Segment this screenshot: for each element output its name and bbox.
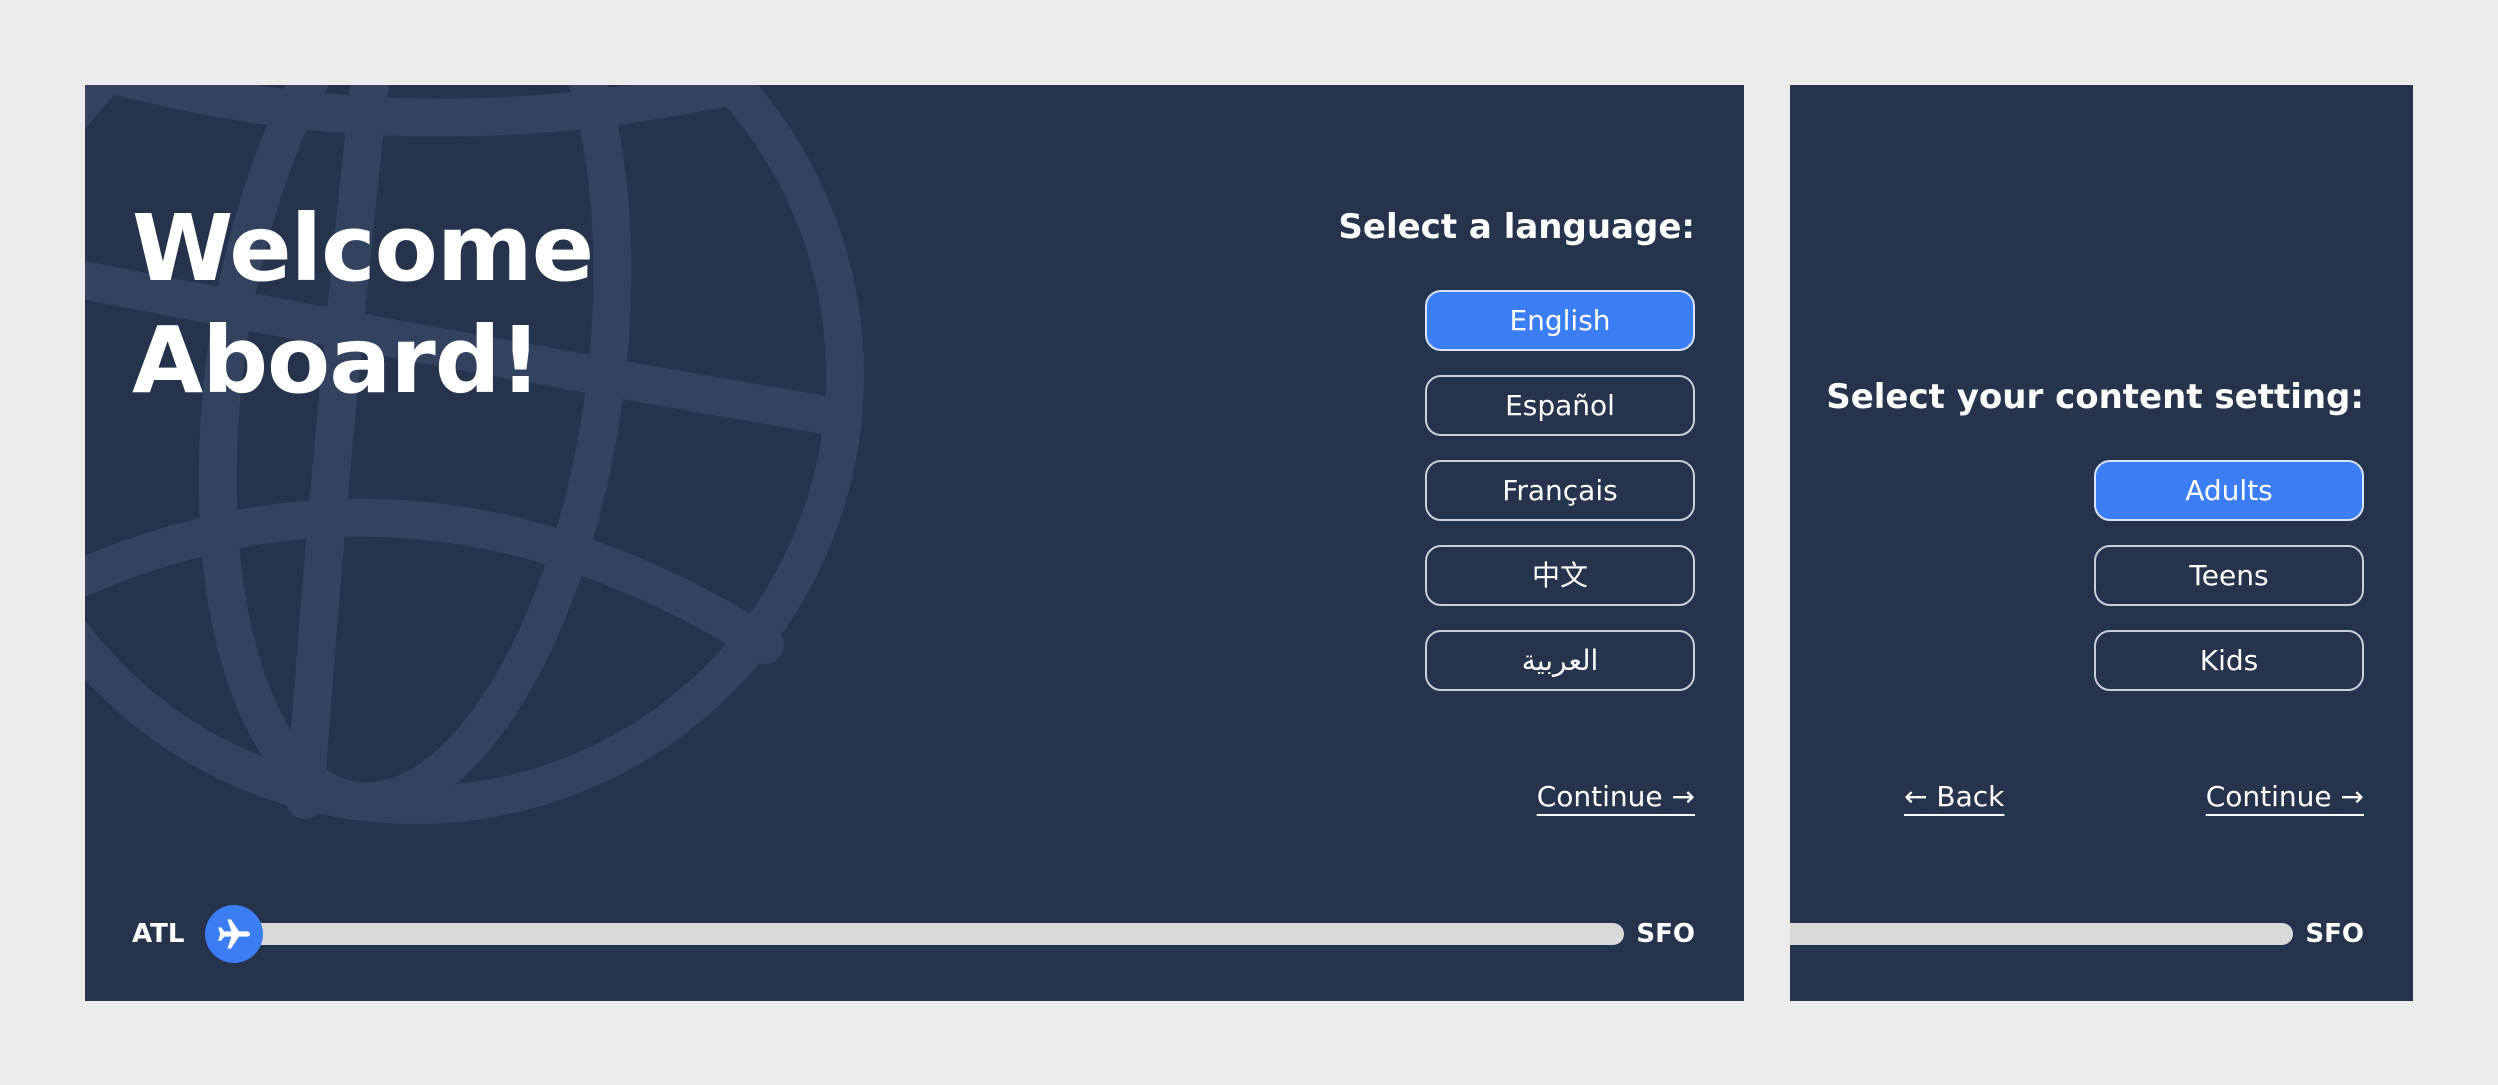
continue-link[interactable]: Continue →	[1537, 780, 1695, 813]
language-option-chinese[interactable]: 中文	[1425, 545, 1695, 606]
welcome-line-1: Welcome	[132, 195, 594, 302]
continue-link[interactable]: Continue →	[2206, 780, 2364, 813]
arrow-right-icon: →	[2340, 780, 2364, 813]
destination-airport: SFO	[2305, 919, 2364, 949]
airplane-icon	[218, 919, 250, 949]
flight-progress-marker	[205, 905, 263, 963]
flight-progress-track	[235, 923, 1624, 945]
welcome-line-2: Aboard!	[132, 307, 542, 414]
content-option-teens[interactable]: Teens	[2094, 545, 2364, 606]
language-option-english[interactable]: English	[1425, 290, 1695, 351]
language-option-french[interactable]: Français	[1425, 460, 1695, 521]
language-prompt: Select a language:	[1338, 207, 1695, 247]
content-option-adults[interactable]: Adults	[2094, 460, 2364, 521]
arrow-left-icon: ←	[1904, 780, 1928, 813]
continue-label: Continue	[2205, 780, 2332, 813]
language-option-arabic[interactable]: العربية	[1425, 630, 1695, 691]
continue-label: Continue	[1536, 780, 1663, 813]
destination-airport: SFO	[1636, 919, 1695, 949]
content-setting-options: Adults Teens Kids	[2094, 460, 2364, 715]
back-link[interactable]: ← Back	[1904, 780, 2004, 813]
content-setting-screen: Select your content setting: Adults Teen…	[1790, 85, 2413, 1001]
arrow-right-icon: →	[1671, 780, 1695, 813]
back-label: Back	[1936, 780, 2005, 813]
language-options: English Español Français 中文 العربية	[1425, 290, 1695, 715]
origin-airport: ATL	[132, 919, 185, 949]
content-setting-prompt: Select your content setting:	[1826, 377, 2364, 417]
language-option-spanish[interactable]: Español	[1425, 375, 1695, 436]
welcome-heading: Welcome Aboard!	[132, 193, 594, 417]
flight-progress-track	[1790, 923, 2293, 945]
language-screen: Welcome Aboard! Select a language: Engli…	[85, 85, 1744, 1001]
content-option-kids[interactable]: Kids	[2094, 630, 2364, 691]
